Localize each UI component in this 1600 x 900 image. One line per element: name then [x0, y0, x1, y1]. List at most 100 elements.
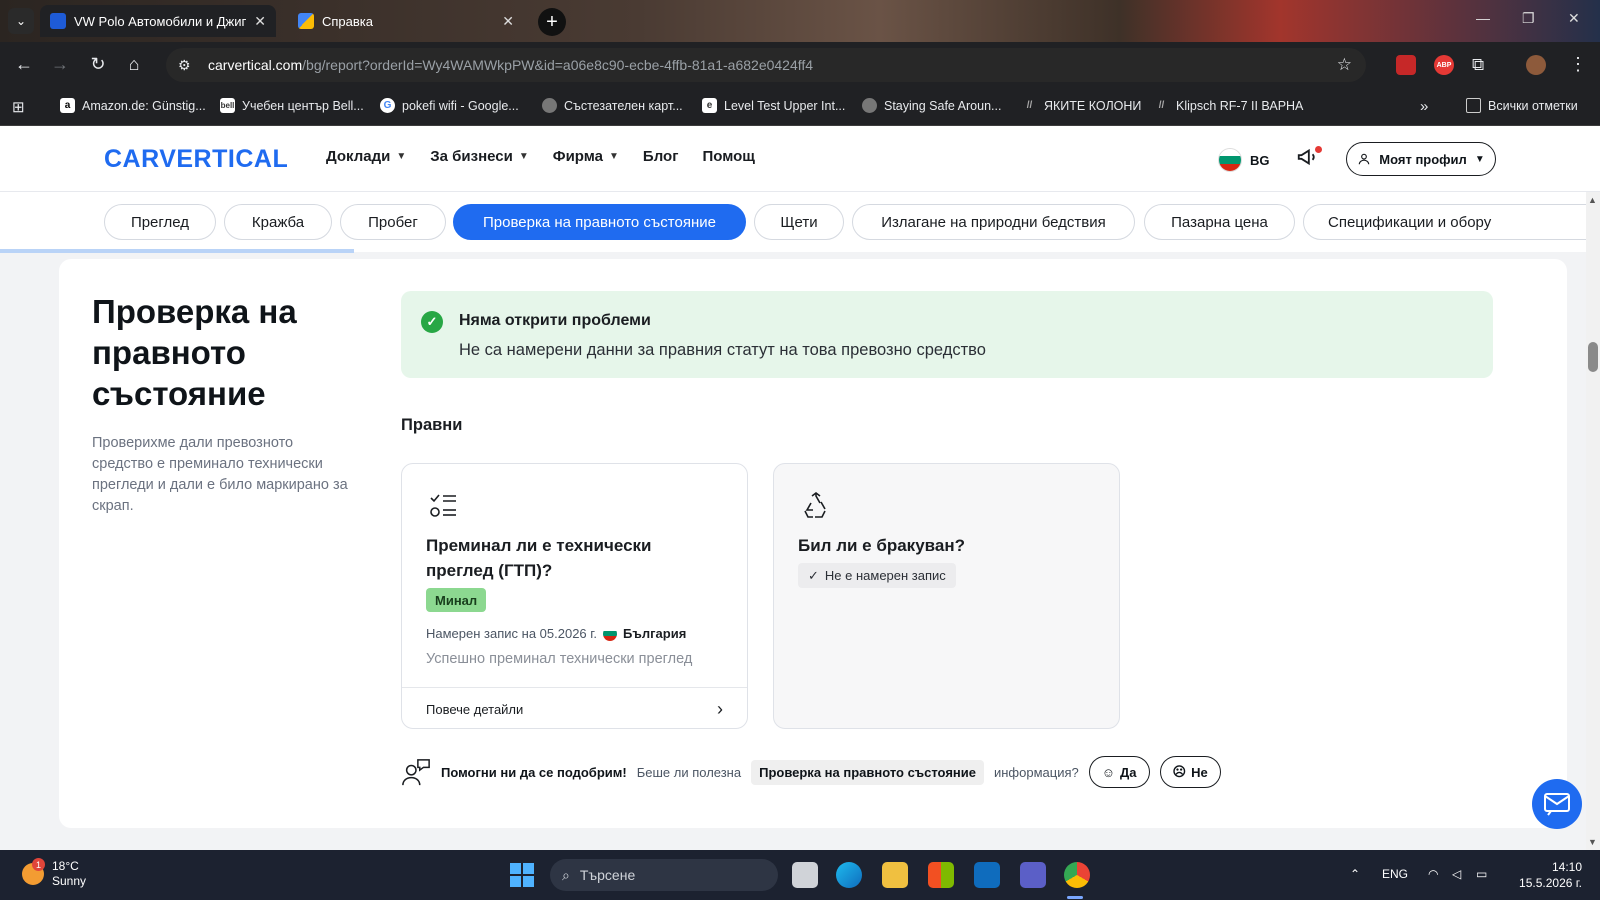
weather-widget[interactable]: 1 18°C Sunny — [22, 858, 86, 889]
bookmark-item[interactable]: e Level Test Upper Int... — [702, 98, 845, 113]
tab-title: Справка — [322, 13, 373, 29]
avatar[interactable] — [1526, 55, 1546, 75]
record-country: България — [623, 626, 687, 641]
nav-reports[interactable]: Доклади ▼ — [326, 148, 406, 165]
tab-mileage[interactable]: Пробег — [340, 204, 446, 240]
feedback-yes-button[interactable]: ☺ Да — [1088, 756, 1150, 788]
check-icon: ✓ — [808, 567, 819, 583]
bookmark-item[interactable]: a Amazon.de: Günstig... — [60, 98, 206, 113]
carvertical-logo[interactable]: CARVERTICAL — [104, 145, 288, 174]
teams-icon[interactable] — [1020, 862, 1046, 888]
tab-overview[interactable]: Преглед — [104, 204, 216, 240]
bookmark-item[interactable]: bell Учебен център Bell... — [220, 98, 364, 113]
user-icon — [1359, 153, 1370, 165]
browser-tab[interactable]: Справка ✕ — [288, 5, 524, 37]
store-icon[interactable] — [928, 862, 954, 888]
more-details-link[interactable]: Повече детайли › — [402, 687, 747, 728]
close-window-icon[interactable]: ✕ — [1568, 10, 1580, 27]
task-view-icon[interactable] — [792, 862, 818, 888]
feedback-suffix: информация? — [993, 764, 1079, 780]
checklist-icon — [430, 494, 456, 517]
apps-grid-icon[interactable]: ⊞ — [12, 98, 25, 116]
nav-blog[interactable]: Блог — [643, 148, 679, 165]
maximize-icon[interactable]: ❐ — [1522, 10, 1535, 27]
all-bookmarks[interactable]: Всички отметки — [1466, 98, 1578, 113]
new-tab-button[interactable]: + — [538, 8, 566, 36]
back-icon[interactable]: ← — [12, 54, 36, 75]
close-tab-icon[interactable]: ✕ — [502, 13, 514, 30]
tab-legal-check[interactable]: Проверка на правното състояние — [453, 204, 746, 240]
outlook-icon[interactable] — [974, 862, 1000, 888]
language-selector[interactable]: BG — [1218, 148, 1270, 172]
search-icon: ⌕ — [562, 866, 570, 883]
nav-help[interactable]: Помощ — [702, 148, 754, 165]
scroll-down-icon[interactable]: ▼ — [1588, 837, 1597, 847]
more-bookmarks-icon[interactable]: » — [1420, 98, 1428, 115]
input-language[interactable]: ENG — [1382, 867, 1408, 881]
site-info-icon[interactable]: ⚙ — [178, 57, 200, 74]
feedback-person-icon — [402, 759, 430, 786]
wifi-icon[interactable]: ◠ — [1428, 867, 1438, 881]
announcements-icon[interactable] — [1296, 146, 1322, 172]
notification-dot — [1315, 146, 1322, 153]
reload-icon[interactable]: ↻ — [86, 54, 110, 75]
edge-icon[interactable] — [836, 862, 862, 888]
chrome-icon[interactable] — [1064, 862, 1090, 888]
tab-search-button[interactable]: ⌄ — [8, 8, 34, 34]
windows-start-icon[interactable] — [510, 863, 534, 887]
chat-button[interactable] — [1532, 779, 1582, 829]
slash-logo-icon: // — [1026, 100, 1033, 111]
scrollbar-thumb[interactable] — [1588, 342, 1598, 372]
bookmark-item[interactable]: Gpokefi wifi - Google... — [380, 98, 519, 113]
tab-natural-disasters[interactable]: Излагане на природни бедствия — [852, 204, 1135, 240]
nav-company[interactable]: Фирма ▼ — [553, 148, 619, 165]
page-scrollbar[interactable]: ▲ ▼ — [1586, 192, 1600, 850]
no-record-badge: ✓ Не е намерен запис — [798, 563, 956, 588]
forward-icon[interactable]: → — [48, 54, 72, 75]
sun-icon: 1 — [22, 858, 45, 885]
tab-damage[interactable]: Щети — [754, 204, 844, 240]
tab-title: VW Polo Автомобили и Джипс — [74, 13, 247, 29]
file-explorer-icon[interactable] — [882, 862, 908, 888]
bookmark-star-icon[interactable]: ☆ — [1337, 55, 1352, 75]
chevron-right-icon: › — [717, 698, 723, 719]
tab-theft[interactable]: Кражба — [224, 204, 332, 240]
extension-icon[interactable] — [1396, 55, 1416, 75]
scroll-up-icon[interactable]: ▲ — [1588, 195, 1597, 205]
home-icon[interactable]: ⌂ — [122, 54, 146, 75]
scroll-progress-bar — [0, 249, 354, 253]
close-tab-icon[interactable]: ✕ — [254, 13, 266, 30]
browser-tab-active[interactable]: VW Polo Автомобили и Джипс ✕ — [40, 5, 276, 37]
bookmark-item[interactable]: Състезателен карт... — [542, 98, 683, 113]
chevron-down-icon: ▼ — [396, 151, 407, 162]
tray-overflow-icon[interactable]: ⌃ — [1350, 867, 1360, 881]
nav-business[interactable]: За бизнеси ▼ — [430, 148, 529, 165]
profile-button[interactable]: Моят профил ▼ — [1346, 142, 1496, 176]
chevron-down-icon: ▼ — [518, 151, 529, 162]
minimize-icon[interactable]: — — [1476, 10, 1490, 26]
smile-icon: ☺ — [1101, 764, 1116, 780]
neutral-face-icon: ☹ — [1172, 764, 1187, 779]
bookmark-item[interactable]: //Klipsch RF-7 II ВАРНА — [1154, 98, 1304, 113]
battery-icon[interactable]: ▭ — [1476, 867, 1487, 881]
record-found: Намерен запис на 05.2026 г. България — [426, 626, 686, 641]
browser-menu-icon[interactable]: ⋮ — [1566, 54, 1590, 75]
bookmark-item[interactable]: Staying Safe Aroun... — [862, 98, 1001, 113]
system-clock[interactable]: 14:10 15.5.2026 г. — [1518, 859, 1582, 891]
extensions-puzzle-icon[interactable]: ⧉ — [1472, 55, 1492, 75]
browser-tab-bar: ⌄ VW Polo Автомобили и Джипс ✕ Справка ✕… — [0, 0, 1600, 42]
clock-time: 14:10 — [1551, 860, 1582, 874]
bookmark-item[interactable]: //ЯКИТЕ КОЛОНИ — [1022, 98, 1142, 113]
no-issues-banner: ✓ Няма открити проблеми Не са намерени д… — [401, 291, 1493, 378]
clock-date: 15.5.2026 г. — [1519, 876, 1582, 890]
document-icon: e — [702, 98, 717, 113]
feedback-section-chip: Проверка на правното състояние — [751, 759, 984, 785]
search-placeholder: Търсене — [579, 867, 636, 883]
url-input[interactable]: ⚙ carvertical.com/bg/report?orderId=Wy4W… — [166, 48, 1366, 82]
volume-icon[interactable]: ◁ — [1452, 867, 1461, 881]
tab-specifications[interactable]: Спецификации и обору — [1303, 204, 1586, 240]
feedback-no-button[interactable]: ☹ Не — [1159, 756, 1221, 788]
tab-market-price[interactable]: Пазарна цена — [1144, 204, 1295, 240]
taskbar-search[interactable]: ⌕ Търсене — [550, 859, 778, 891]
adblock-icon[interactable]: ABP — [1434, 55, 1454, 75]
